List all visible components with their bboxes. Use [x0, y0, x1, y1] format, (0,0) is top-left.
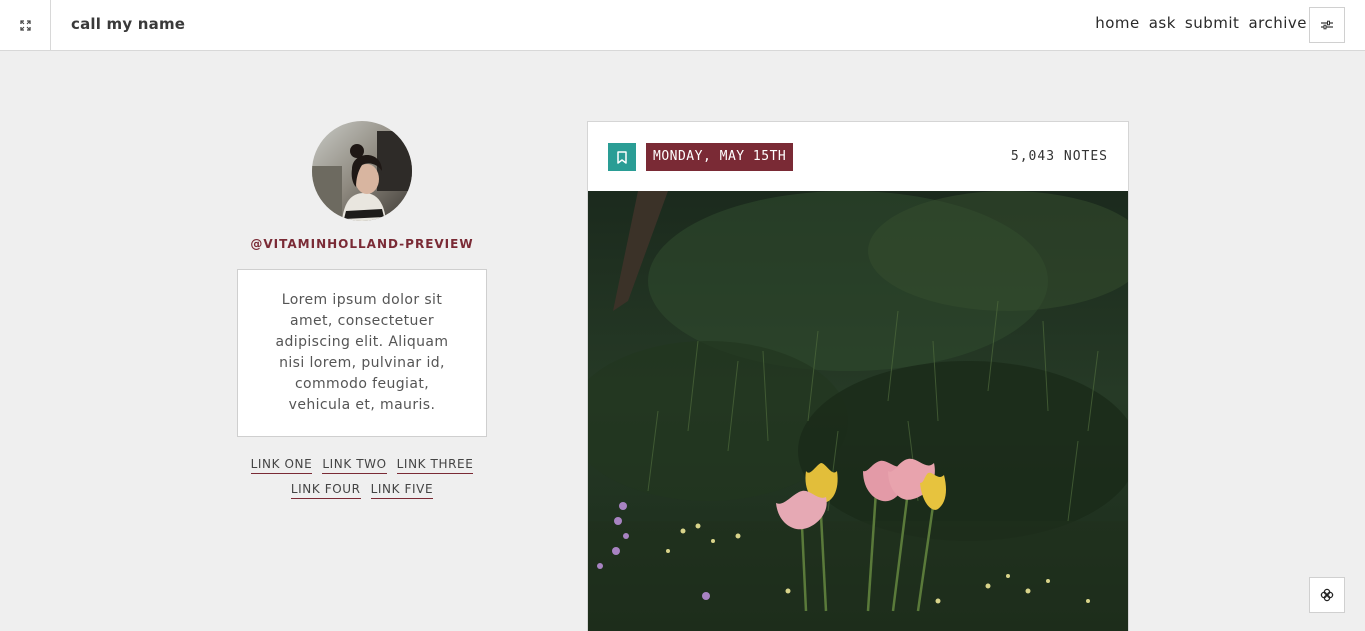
theme-credit-button[interactable]	[1309, 577, 1345, 613]
flower-photo	[588, 191, 1128, 631]
bookmark-button[interactable]	[608, 143, 636, 171]
link-two[interactable]: LINK TWO	[322, 457, 387, 474]
nav-home[interactable]: home	[1095, 14, 1140, 32]
post-photo[interactable]	[588, 191, 1128, 631]
link-one[interactable]: LINK ONE	[250, 457, 313, 474]
avatar-image	[312, 121, 412, 221]
main-nav: home ask submit archive	[1095, 14, 1307, 32]
link-three[interactable]: LINK THREE	[396, 457, 474, 474]
sliders-icon	[1321, 20, 1333, 30]
notes-count[interactable]: 5,043 NOTES	[1011, 149, 1108, 164]
post-header: MONDAY, MAY 15TH 5,043 NOTES	[588, 122, 1128, 191]
nav-submit[interactable]: submit	[1185, 14, 1240, 32]
expand-button[interactable]	[0, 0, 51, 50]
post: MONDAY, MAY 15TH 5,043 NOTES	[587, 121, 1129, 631]
link-five[interactable]: LINK FIVE	[370, 482, 434, 499]
sidebar-links: LINK ONE LINK TWO LINK THREE LINK FOUR L…	[237, 457, 487, 499]
expand-icon	[19, 19, 31, 31]
site-title[interactable]: call my name	[71, 15, 185, 33]
description-text: Lorem ipsum dolor sit amet, consectetuer…	[275, 292, 449, 413]
username[interactable]: @VITAMINHOLLAND-PREVIEW	[237, 237, 487, 251]
bookmark-icon	[617, 150, 627, 164]
nav-ask[interactable]: ask	[1149, 14, 1176, 32]
settings-button[interactable]	[1309, 7, 1345, 43]
nav-archive[interactable]: archive	[1248, 14, 1307, 32]
avatar[interactable]	[312, 121, 412, 221]
description-box: Lorem ipsum dolor sit amet, consectetuer…	[237, 269, 487, 437]
post-date[interactable]: MONDAY, MAY 15TH	[646, 143, 794, 171]
top-bar: call my name home ask submit archive	[0, 0, 1365, 51]
link-four[interactable]: LINK FOUR	[290, 482, 361, 499]
flower-icon	[1320, 588, 1334, 602]
